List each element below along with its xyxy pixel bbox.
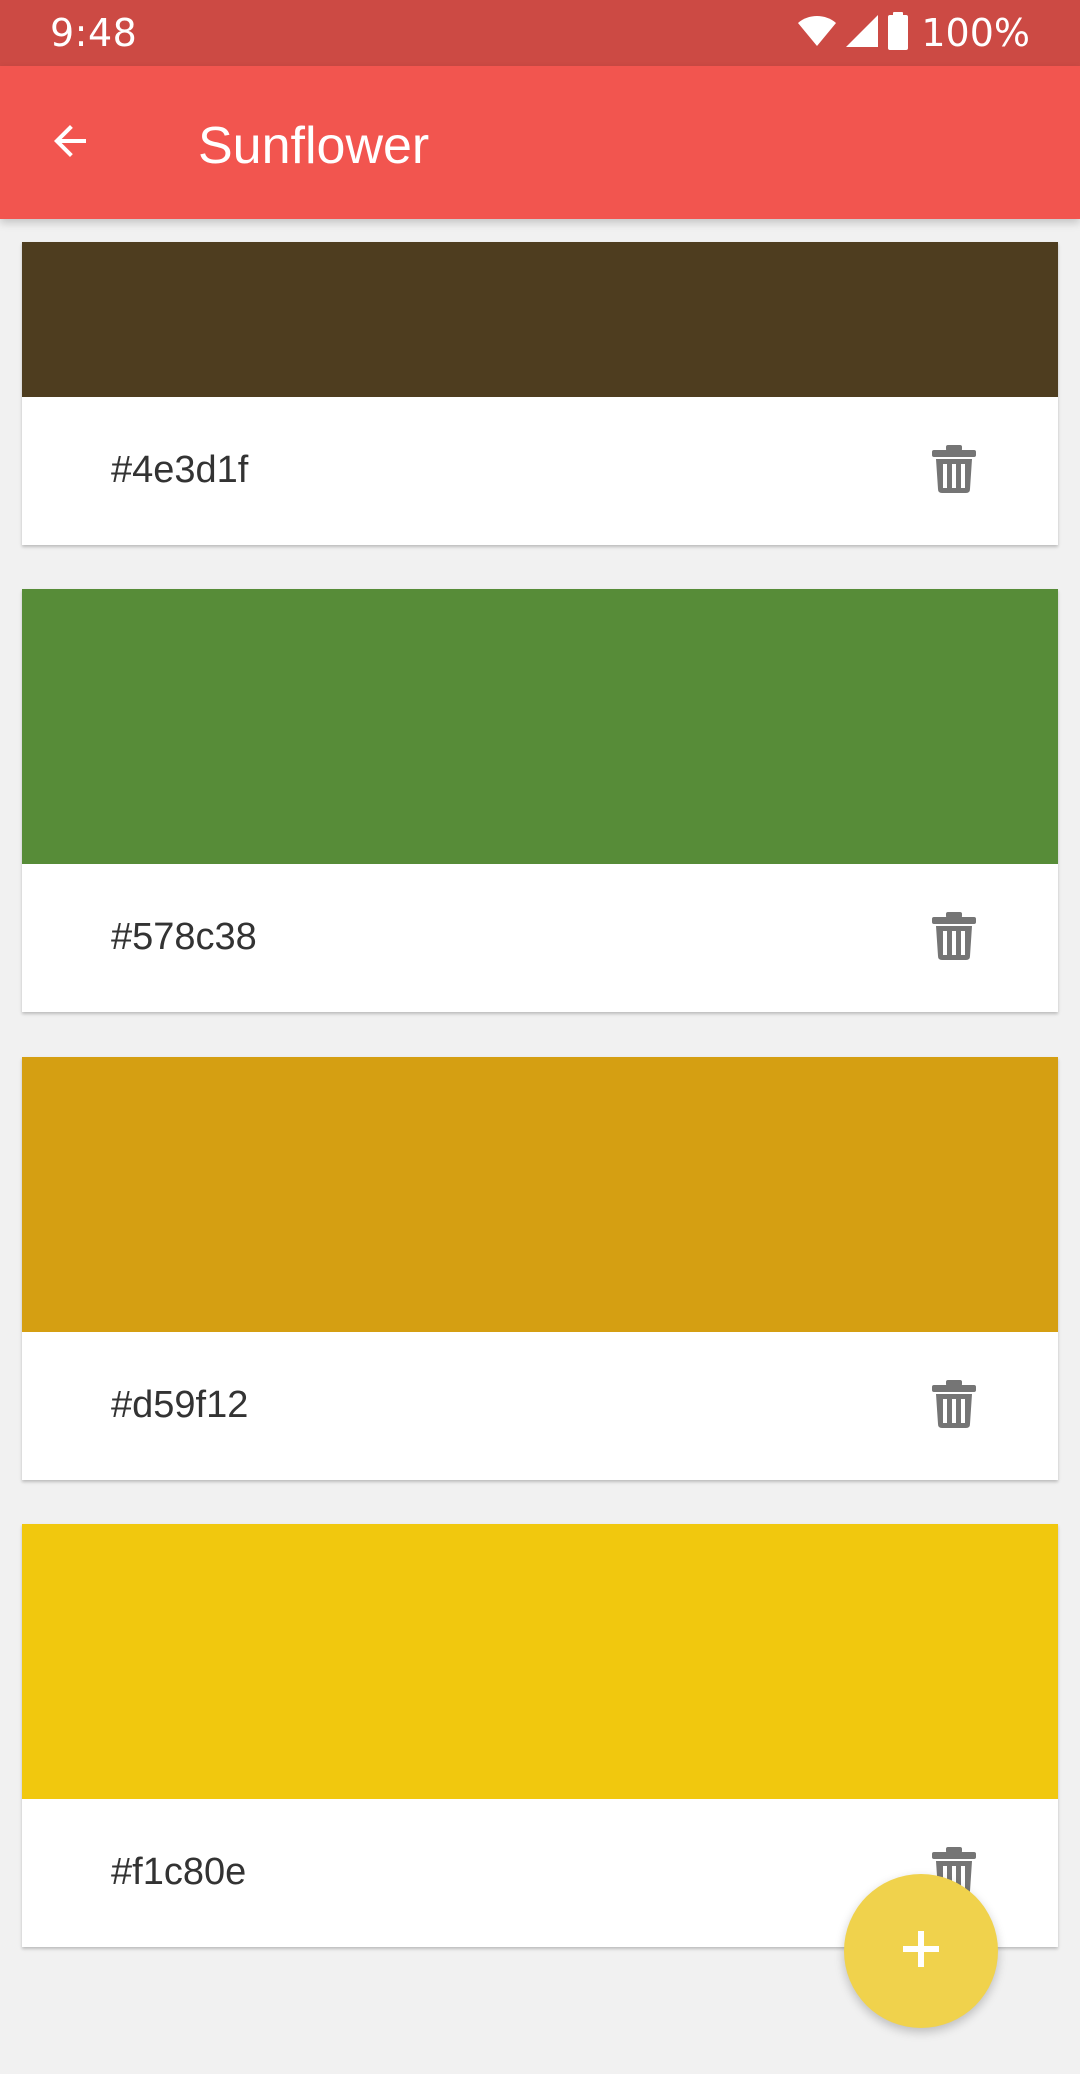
color-swatch	[22, 589, 1058, 864]
hex-label: #f1c80e	[111, 1851, 247, 1893]
color-card[interactable]: #d59f12	[22, 1057, 1058, 1480]
card-footer: #578c38	[22, 864, 1058, 1012]
card-footer: #4e3d1f	[22, 397, 1058, 545]
color-card[interactable]: #4e3d1f	[22, 242, 1058, 545]
status-time: 9:48	[50, 11, 138, 55]
delete-button[interactable]	[918, 902, 990, 974]
wifi-icon	[797, 15, 837, 52]
color-swatch	[22, 1524, 1058, 1799]
back-button[interactable]	[30, 103, 110, 183]
card-footer: #d59f12	[22, 1332, 1058, 1480]
page-title: Sunflower	[198, 117, 430, 175]
trash-icon	[932, 1379, 976, 1433]
color-swatch	[22, 1057, 1058, 1332]
color-card[interactable]: #578c38	[22, 589, 1058, 1012]
color-swatch	[22, 242, 1058, 397]
add-color-button[interactable]	[844, 1874, 998, 2028]
delete-button[interactable]	[918, 1370, 990, 1442]
status-bar: 9:48 100%	[0, 0, 1080, 66]
cell-signal-icon	[845, 14, 879, 53]
battery-percent: 100%	[921, 11, 1030, 55]
app-bar: Sunflower	[0, 66, 1080, 219]
hex-label: #578c38	[111, 916, 257, 958]
status-icons: 100%	[797, 10, 1030, 56]
battery-icon	[887, 11, 909, 55]
plus-icon	[903, 1930, 939, 1972]
hex-label: #4e3d1f	[111, 449, 249, 491]
arrow-back-icon	[46, 117, 94, 170]
trash-icon	[932, 911, 976, 965]
trash-icon	[932, 444, 976, 498]
hex-label: #d59f12	[111, 1384, 249, 1426]
delete-button[interactable]	[918, 435, 990, 507]
